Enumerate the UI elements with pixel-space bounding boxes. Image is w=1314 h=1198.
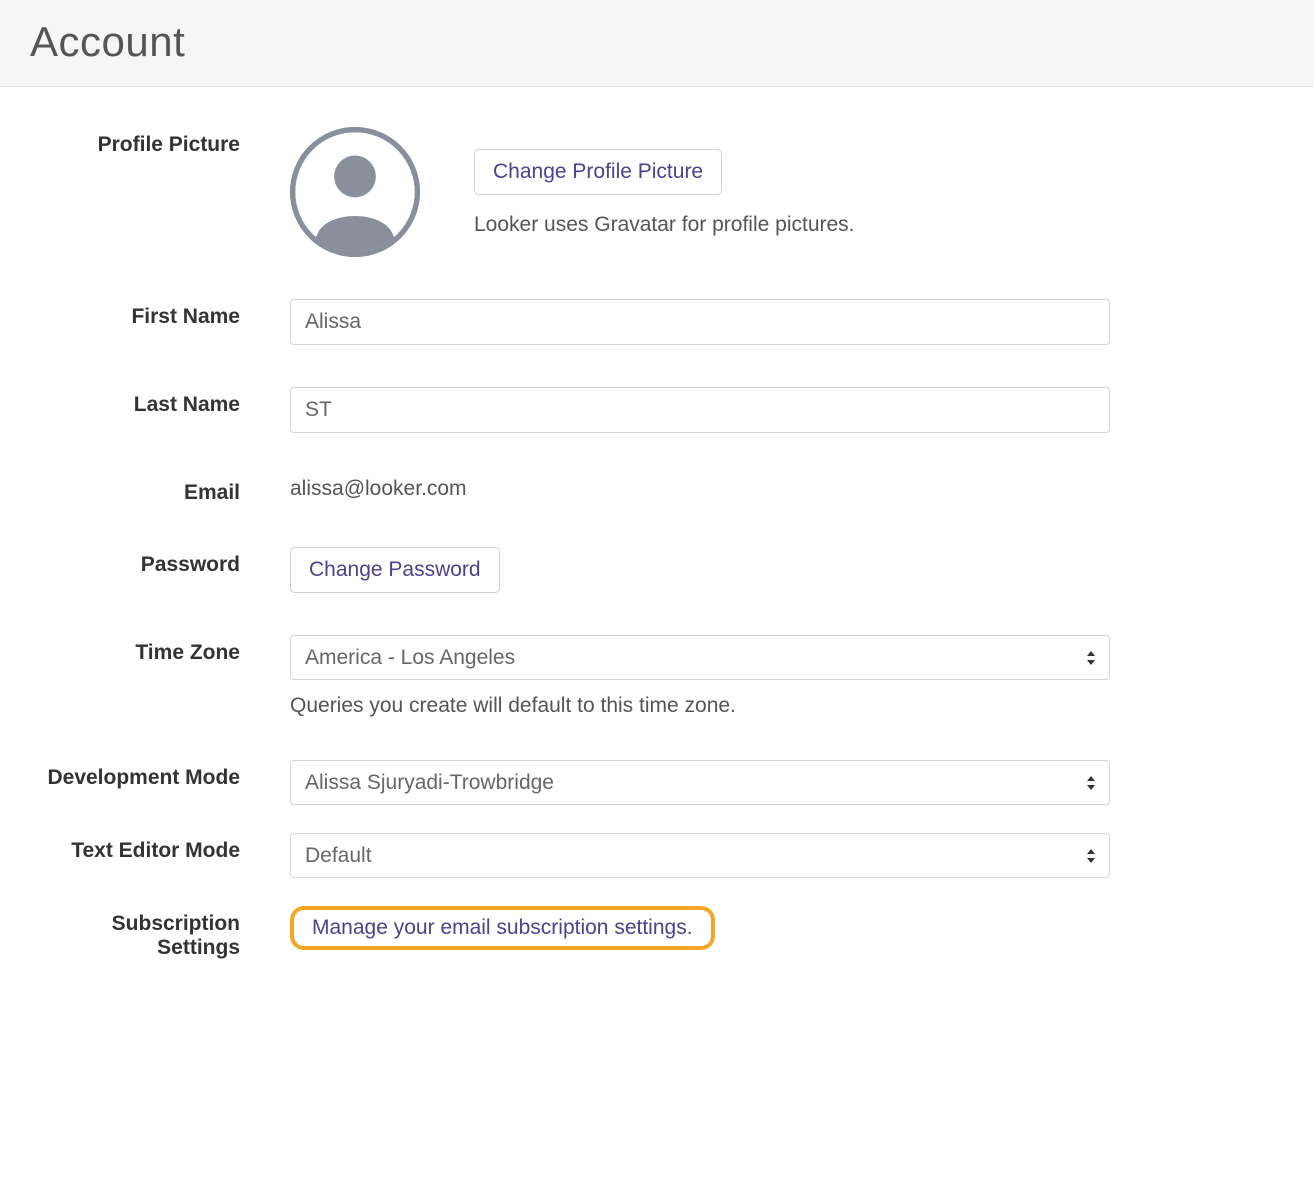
row-development-mode: Development Mode Alissa Sjuryadi-Trowbri… xyxy=(30,760,1284,805)
time-zone-select[interactable]: America - Los Angeles xyxy=(290,635,1110,680)
label-password: Password xyxy=(141,553,240,576)
label-text-editor-mode: Text Editor Mode xyxy=(71,839,240,862)
row-time-zone: Time Zone America - Los Angeles Queries … xyxy=(30,635,1284,718)
page-header: Account xyxy=(0,0,1314,87)
email-value: alissa@looker.com xyxy=(290,475,1110,501)
account-form: Profile Picture Change Profile Picture xyxy=(0,87,1314,1000)
last-name-input[interactable] xyxy=(290,387,1110,433)
page-title: Account xyxy=(30,18,1284,66)
label-email: Email xyxy=(184,481,240,504)
text-editor-mode-select[interactable]: Default xyxy=(290,833,1110,878)
profile-picture-help: Looker uses Gravatar for profile picture… xyxy=(474,213,855,237)
development-mode-select[interactable]: Alissa Sjuryadi-Trowbridge xyxy=(290,760,1110,805)
label-profile-picture: Profile Picture xyxy=(98,133,240,156)
row-profile-picture: Profile Picture Change Profile Picture xyxy=(30,127,1284,257)
change-profile-picture-button[interactable]: Change Profile Picture xyxy=(474,149,722,195)
row-password: Password Change Password xyxy=(30,547,1284,593)
label-time-zone: Time Zone xyxy=(135,641,240,664)
avatar-icon xyxy=(290,127,420,257)
row-text-editor-mode: Text Editor Mode Default xyxy=(30,833,1284,878)
time-zone-help: Queries you create will default to this … xyxy=(290,694,1110,718)
label-subscription-settings: Subscription Settings xyxy=(112,912,240,959)
change-password-button[interactable]: Change Password xyxy=(290,547,500,593)
subscription-highlight: Manage your email subscription settings. xyxy=(290,906,715,950)
row-email: Email alissa@looker.com xyxy=(30,475,1284,505)
row-last-name: Last Name xyxy=(30,387,1284,433)
label-development-mode: Development Mode xyxy=(47,766,240,789)
manage-subscription-link[interactable]: Manage your email subscription settings. xyxy=(312,916,693,939)
label-last-name: Last Name xyxy=(134,393,240,416)
label-first-name: First Name xyxy=(131,305,240,328)
row-subscription-settings: Subscription Settings Manage your email … xyxy=(30,906,1284,960)
first-name-input[interactable] xyxy=(290,299,1110,345)
row-first-name: First Name xyxy=(30,299,1284,345)
